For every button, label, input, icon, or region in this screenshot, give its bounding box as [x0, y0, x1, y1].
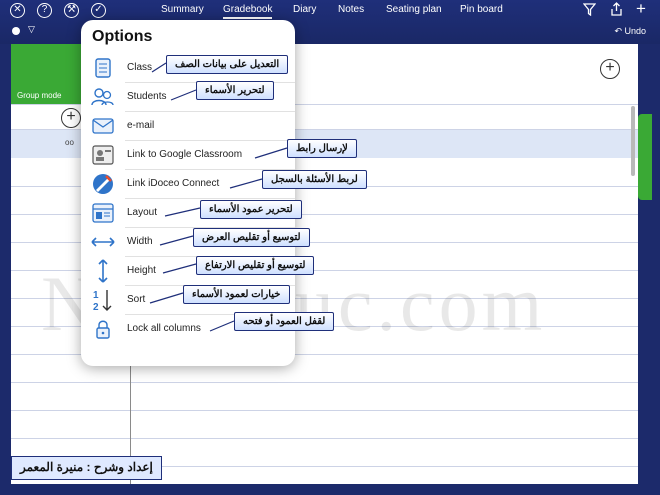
callout-width: لتوسيع أو تقليص العرض: [193, 228, 310, 247]
callout-arrows: [149, 62, 288, 332]
credit-label: إعداد وشرح : منيرة المعمر: [11, 456, 162, 480]
callout-layout: لتحرير عمود الأسماء: [200, 200, 302, 219]
callout-sort: خيارات لعمود الأسماء: [183, 285, 290, 304]
callout-class: التعديل على بيانات الصف: [166, 55, 289, 74]
callout-lock: لقفل العمود أو فتحه: [234, 312, 335, 331]
callout-idoceo: لربط الأسئلة بالسجل: [262, 170, 367, 189]
callout-students: لتحرير الأسماء: [196, 81, 274, 100]
callout-height: لتوسيع أو تقليص الارتفاع: [196, 256, 315, 275]
callout-google: لإرسال رابط: [287, 139, 357, 158]
